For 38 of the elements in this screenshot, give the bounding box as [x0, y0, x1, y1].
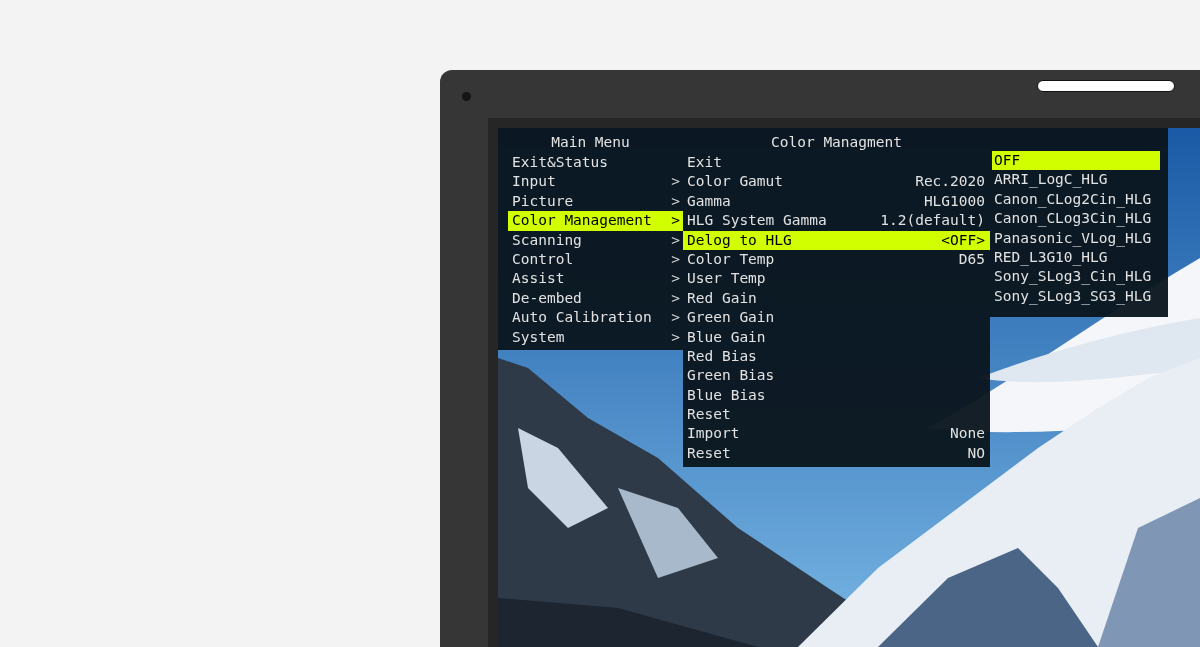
- light-slot-icon: [1037, 80, 1175, 92]
- menu-item[interactable]: Red Bias: [683, 346, 990, 367]
- option-item[interactable]: ARRI_LogC_HLG: [992, 170, 1160, 190]
- menu-item[interactable]: System >: [508, 327, 683, 347]
- menu-item[interactable]: Green Gain: [683, 308, 990, 328]
- option-item[interactable]: RED_L3G10_HLG: [992, 247, 1160, 268]
- menu-item[interactable]: HLG System Gamma 1.2(default): [683, 211, 990, 231]
- option-item[interactable]: Canon_CLog3Cin_HLG: [992, 209, 1160, 229]
- menu-item[interactable]: Blue Bias: [683, 385, 990, 406]
- menu-item[interactable]: Control >: [508, 249, 683, 270]
- menu-item[interactable]: Red Gain: [683, 288, 990, 309]
- option-item[interactable]: Sony_SLog3_SG3_HLG: [992, 286, 1160, 307]
- menu-item[interactable]: Color Gamut Rec.2020: [683, 172, 990, 192]
- menu-item[interactable]: Input >: [508, 172, 683, 192]
- menu-item[interactable]: Green Bias: [683, 366, 990, 386]
- menu-item[interactable]: Exit&Status: [508, 153, 683, 173]
- menu-item[interactable]: Exit: [683, 153, 990, 173]
- option-item[interactable]: Panasonic_VLog_HLG: [992, 228, 1160, 248]
- menu-title: Color Managment: [770, 133, 903, 152]
- menu-item[interactable]: Scanning >: [508, 230, 683, 250]
- option-item[interactable]: Sony_SLog3_Cin_HLG: [992, 267, 1160, 287]
- menu-item[interactable]: Picture >: [508, 191, 683, 212]
- menu-title: Main Menu: [550, 133, 631, 152]
- menu-item[interactable]: Color Temp D65: [683, 249, 990, 270]
- menu-item[interactable]: Gamma HLG1000: [683, 191, 990, 212]
- menu-item[interactable]: De-embed >: [508, 288, 683, 309]
- menu-item[interactable]: Reset: [683, 405, 990, 425]
- menu-item[interactable]: Import None: [683, 424, 990, 444]
- menu-item[interactable]: User Temp: [683, 269, 990, 289]
- option-item[interactable]: OFF: [992, 151, 1160, 171]
- menu-item[interactable]: Assist >: [508, 269, 683, 289]
- menu-item[interactable]: Blue Gain: [683, 327, 990, 347]
- sensor-dot-icon: [462, 92, 471, 101]
- menu-item[interactable]: Auto Calibration >: [508, 308, 683, 328]
- option-item[interactable]: Canon_CLog2Cin_HLG: [992, 189, 1160, 210]
- menu-item[interactable]: Reset NO: [683, 443, 990, 464]
- menu-item[interactable]: Delog to HLG <OFF>: [683, 230, 990, 250]
- menu-item[interactable]: Color Management >: [508, 211, 683, 231]
